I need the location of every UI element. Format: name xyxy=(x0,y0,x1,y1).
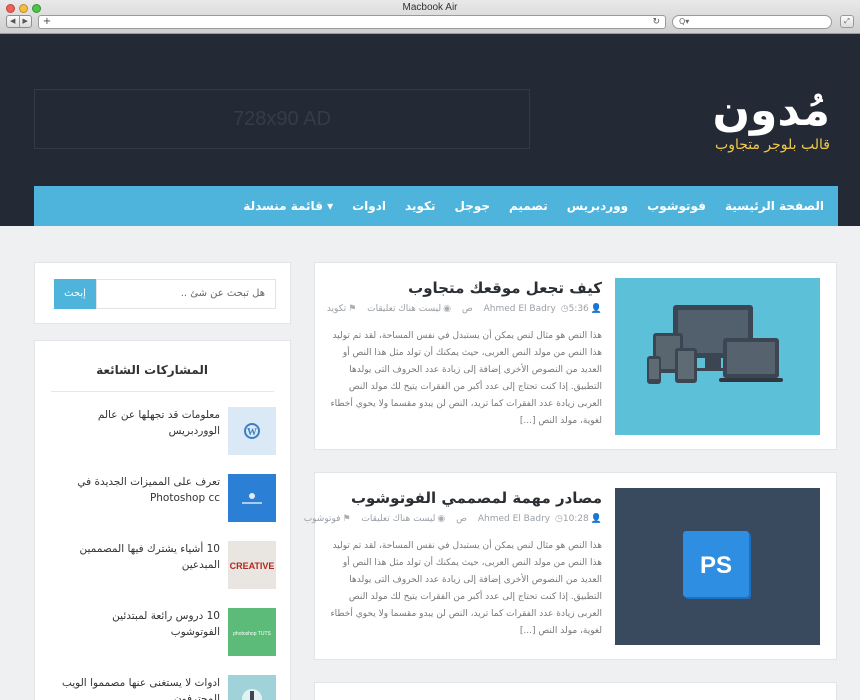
search-icon: Q▾ xyxy=(679,17,690,26)
post-category[interactable]: تكويد xyxy=(327,304,346,314)
nav-item-home[interactable]: الصفحة الرئيسية xyxy=(725,199,824,213)
svg-text:W: W xyxy=(247,427,257,438)
popular-posts-widget: المشاركات الشائعة W معلومات قد تجهلها عن… xyxy=(34,340,291,700)
tools-icon xyxy=(242,689,262,700)
creative-thumbnail: CREATIVE xyxy=(230,561,275,571)
post-author[interactable]: Ahmed El Badry xyxy=(478,514,550,524)
post-author[interactable]: Ahmed El Badry xyxy=(484,304,556,314)
popular-post-item[interactable]: photoshop TUTS 10 دروس رائعة لمبتدئين ال… xyxy=(35,608,292,658)
browser-chrome: Macbook Air ◀ ▶ + ↻ Q▾ ⤢ xyxy=(0,0,860,34)
post-title[interactable]: مصادر مهمة لمصممي الفوتوشوب xyxy=(322,485,602,511)
comment-icon: ◉ xyxy=(443,304,451,314)
browser-search-field[interactable]: Q▾ xyxy=(672,15,832,29)
history-nav: ◀ ▶ xyxy=(6,15,32,28)
ps-icon-label: PS xyxy=(700,552,732,579)
back-button[interactable]: ◀ xyxy=(7,16,19,27)
post-card: PS مصادر مهمة لمصممي الفوتوشوب 👤 Ahmed El… xyxy=(304,472,837,660)
nav-item-dropdown[interactable]: قائمة منسدلة ▾ xyxy=(243,199,333,213)
post-comments[interactable]: ليست هناك تعليقات xyxy=(361,514,435,524)
popular-post-thumbnail[interactable]: CREATIVE xyxy=(228,541,276,589)
popular-post-title[interactable]: 10 دروس رائعة لمبتدئين الفوتوشوب xyxy=(60,608,220,640)
logo-tagline: قالب بلوجر متجاوب xyxy=(715,137,830,153)
forward-button[interactable]: ▶ xyxy=(18,16,32,27)
post-thumbnail[interactable]: PS xyxy=(615,488,820,645)
nav-item-photoshop[interactable]: فوتوشوب xyxy=(647,199,706,213)
logo-text: مُدون xyxy=(712,85,830,136)
nav-item-coding[interactable]: تكويد xyxy=(405,199,435,213)
popular-post-thumbnail[interactable] xyxy=(228,474,276,522)
user-icon: 👤 xyxy=(590,514,602,524)
tag-icon: ⚑ xyxy=(348,304,357,314)
widget-title: المشاركات الشائعة xyxy=(96,363,208,377)
user-icon: 👤 xyxy=(590,304,602,314)
popular-post-item[interactable]: W معلومات قد تجهلها عن عالم الووردبريس xyxy=(35,407,292,457)
tag-icon: ⚑ xyxy=(342,514,351,524)
nav-item-wordpress[interactable]: ووردبريس xyxy=(567,199,628,213)
svg-text:photoshop TUTS: photoshop TUTS xyxy=(233,631,271,637)
tuts-thumbnail: photoshop TUTS xyxy=(233,631,271,637)
content-area: كيف تجعل موقعك متجاوب 👤Ahmed El Badry ◷5… xyxy=(0,226,860,700)
site-logo[interactable]: مُدون قالب بلوجر متجاوب xyxy=(712,86,830,154)
main-navigation: الصفحة الرئيسية فوتوشوب ووردبريس تصميم ج… xyxy=(34,186,838,226)
divider xyxy=(51,391,274,392)
post-body: مصادر مهمة لمصممي الفوتوشوب 👤 Ahmed El Ba… xyxy=(304,485,602,640)
nav-item-design[interactable]: تصميم xyxy=(509,199,548,213)
window-title: Macbook Air xyxy=(402,2,458,13)
popular-post-title[interactable]: ادوات لا يستغنى عنها مصمموا الويب المحتر… xyxy=(60,675,220,700)
search-input[interactable]: هل تبحث عن شئ .. xyxy=(96,279,276,309)
clock-icon: ◷ xyxy=(554,514,563,524)
nav-item-google[interactable]: جوجل xyxy=(454,199,490,213)
reload-icon[interactable]: ↻ xyxy=(652,16,660,28)
post-title[interactable]: كيف تجعل موقعك متجاوب xyxy=(322,275,602,301)
wordpress-icon: W xyxy=(244,423,260,439)
svg-text:CREATIVE: CREATIVE xyxy=(230,561,275,571)
ad-banner[interactable]: 728x90 AD xyxy=(34,89,530,149)
popular-post-title[interactable]: تعرف على المميزات الجديدة في Photoshop c… xyxy=(60,474,220,506)
popular-post-title[interactable]: معلومات قد تجهلها عن عالم الووردبريس xyxy=(60,407,220,439)
clock-icon: ◷ xyxy=(560,304,569,314)
site-header: 728x90 AD مُدون قالب بلوجر متجاوب الصفحة… xyxy=(0,34,860,226)
post-excerpt: هذا النص هو مثال لنص يمكن أن يستبدل في ن… xyxy=(330,541,602,636)
devices-icon xyxy=(647,305,783,384)
address-bar[interactable]: + ↻ xyxy=(38,15,666,29)
search-widget: هل تبحث عن شئ .. إبحث xyxy=(34,262,291,324)
popular-post-thumbnail[interactable] xyxy=(228,675,276,700)
search-button[interactable]: إبحث xyxy=(54,279,96,309)
post-thumbnail[interactable] xyxy=(615,278,820,435)
photoshop-icon xyxy=(228,474,276,522)
nav-item-tools[interactable]: ادوات xyxy=(352,199,386,213)
post-body: كيف تجعل موقعك متجاوب 👤Ahmed El Badry ◷5… xyxy=(322,275,602,430)
post-card: كيف تجعل موقعك متجاوب 👤Ahmed El Badry ◷5… xyxy=(314,262,837,450)
photoshop-icon: PS xyxy=(683,531,751,599)
popular-post-item[interactable]: ادوات لا يستغنى عنها مصمموا الويب المحتر… xyxy=(35,675,292,700)
post-card xyxy=(314,682,837,700)
post-comments[interactable]: ليست هناك تعليقات xyxy=(367,304,441,314)
post-excerpt: هذا النص هو مثال لنص يمكن أن يستبدل في ن… xyxy=(330,331,602,426)
post-category[interactable]: فوتوشوب xyxy=(304,514,341,524)
popular-post-title[interactable]: 10 أشياء يشترك فيها المصممين المبدعين xyxy=(60,541,220,573)
post-meta: 👤Ahmed El Badry ◷10:28 ص ◉ليست هناك تعلي… xyxy=(304,514,602,524)
popular-post-item[interactable]: CREATIVE 10 أشياء يشترك فيها المصممين ال… xyxy=(35,541,292,591)
comment-icon: ◉ xyxy=(437,514,446,524)
post-meta: 👤Ahmed El Badry ◷5:36 ص ◉ليست هناك تعليق… xyxy=(322,304,602,314)
new-tab-button[interactable]: + xyxy=(41,16,53,29)
popular-post-thumbnail[interactable]: W xyxy=(228,407,276,455)
popular-post-item[interactable]: تعرف على المميزات الجديدة في Photoshop c… xyxy=(35,474,292,524)
fullscreen-icon[interactable]: ⤢ xyxy=(840,15,854,28)
popular-post-thumbnail[interactable]: photoshop TUTS xyxy=(228,608,276,656)
